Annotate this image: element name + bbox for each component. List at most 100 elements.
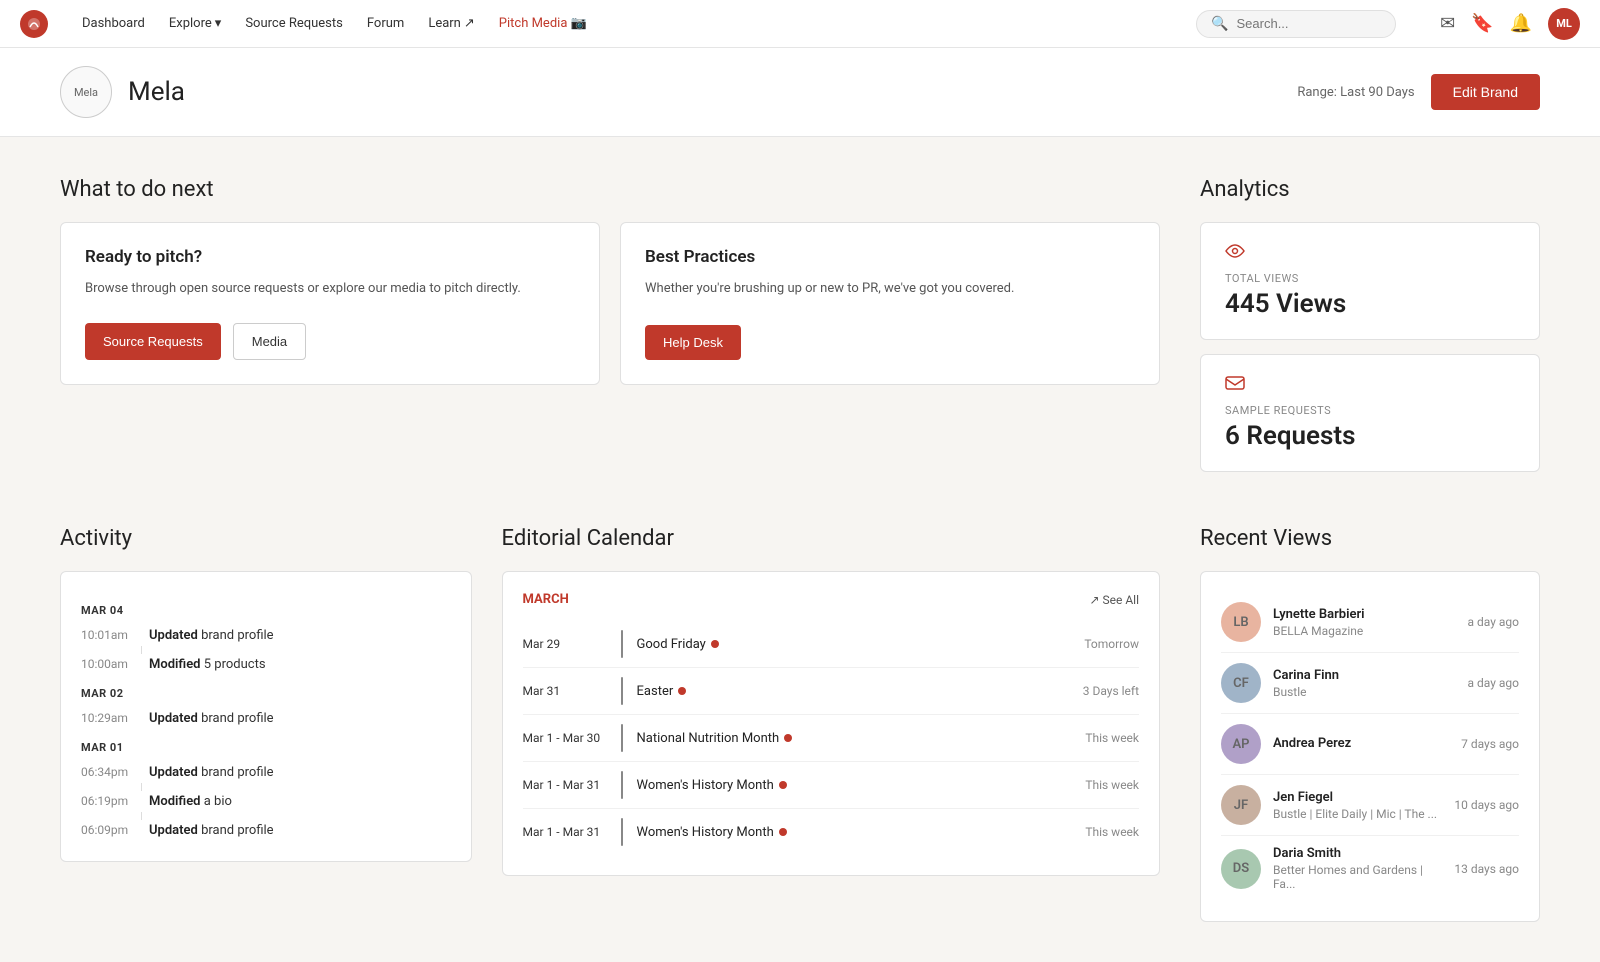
activity-row: 06:34pm Updated brand profile — [81, 762, 451, 783]
activity-text: Updated brand profile — [149, 823, 274, 838]
total-views-label: TOTAL VIEWS — [1225, 272, 1515, 285]
viewer-pub: BELLA Magazine — [1273, 624, 1456, 638]
viewer-time: 10 days ago — [1454, 798, 1519, 812]
activity-row: 10:29am Updated brand profile — [81, 708, 451, 729]
viewer-pub: Better Homes and Gardens | Fa... — [1273, 863, 1442, 891]
best-practices-actions: Help Desk — [645, 325, 1135, 360]
search-icon: 🔍 — [1211, 16, 1228, 32]
user-avatar[interactable]: ML — [1548, 8, 1580, 40]
brand-info: Mela Mela — [60, 66, 185, 118]
viewer-row: CF Carina Finn Bustle a day ago — [1221, 653, 1519, 714]
recent-views-box: LB Lynette Barbieri BELLA Magazine a day… — [1200, 571, 1540, 922]
editorial-month: MARCH — [523, 592, 569, 607]
nav-source-requests[interactable]: Source Requests — [235, 10, 353, 37]
cal-date: Mar 29 — [523, 637, 613, 651]
viewer-time: a day ago — [1468, 615, 1519, 629]
bookmark-icon[interactable]: 🔖 — [1471, 13, 1493, 34]
viewer-info: Lynette Barbieri BELLA Magazine — [1273, 607, 1456, 638]
activity-title: Activity — [60, 526, 472, 551]
cal-line — [621, 630, 623, 658]
cal-when: 3 Days left — [1059, 684, 1139, 698]
cal-line — [621, 677, 623, 705]
nav-icon-group: ✉ 🔖 🔔 ML — [1440, 8, 1580, 40]
see-all-button[interactable]: ↗ See All — [1089, 593, 1139, 607]
external-link-icon: ↗ — [464, 16, 475, 31]
brand-header: Mela Mela Range: Last 90 Days Edit Brand — [0, 48, 1600, 137]
activity-date-mar01: MAR 01 — [81, 741, 451, 754]
best-practices-title: Best Practices — [645, 247, 1135, 267]
bell-icon[interactable]: 🔔 — [1510, 13, 1532, 34]
cal-event: National Nutrition Month — [637, 731, 1051, 746]
analytics-title: Analytics — [1200, 177, 1540, 202]
brand-logo: Mela — [60, 66, 112, 118]
mail-analytics-icon — [1225, 375, 1245, 396]
viewer-row: AP Andrea Perez 7 days ago — [1221, 714, 1519, 775]
pitch-card-title: Ready to pitch? — [85, 247, 575, 267]
activity-text: Modified a bio — [149, 794, 232, 809]
viewer-row: JF Jen Fiegel Bustle | Elite Daily | Mic… — [1221, 775, 1519, 836]
edit-brand-button[interactable]: Edit Brand — [1431, 74, 1540, 110]
editorial-title: Editorial Calendar — [502, 526, 1160, 551]
activity-section: Activity MAR 04 10:01am Updated brand pr… — [60, 526, 472, 922]
activity-text: Updated brand profile — [149, 765, 274, 780]
cal-date: Mar 1 - Mar 31 — [523, 778, 613, 792]
nav-pitch-media[interactable]: Pitch Media 📷 — [489, 10, 597, 37]
activity-date-mar02: MAR 02 — [81, 687, 451, 700]
recent-views-title: Recent Views — [1200, 526, 1540, 551]
cal-event: Women's History Month — [637, 825, 1051, 840]
activity-time: 10:00am — [81, 657, 137, 672]
cal-dot — [779, 828, 787, 836]
sample-requests-card: SAMPLE REQUESTS 6 Requests — [1200, 354, 1540, 472]
search-bar: 🔍 — [1196, 10, 1396, 38]
viewer-name: Daria Smith — [1273, 846, 1442, 861]
sample-requests-value: 6 Requests — [1225, 421, 1515, 451]
cal-date: Mar 1 - Mar 30 — [523, 731, 613, 745]
chevron-down-icon: ▾ — [215, 16, 222, 31]
cal-line — [621, 818, 623, 846]
search-input[interactable] — [1237, 16, 1382, 31]
viewer-name: Lynette Barbieri — [1273, 607, 1456, 622]
brand-name: Mela — [128, 77, 185, 107]
activity-row: 06:19pm Modified a bio — [81, 791, 451, 812]
source-requests-button[interactable]: Source Requests — [85, 323, 221, 360]
total-views-value: 445 Views — [1225, 289, 1515, 319]
app-logo — [20, 10, 48, 38]
action-cards: Ready to pitch? Browse through open sour… — [60, 222, 1160, 385]
activity-date-mar04: MAR 04 — [81, 604, 451, 617]
viewer-row: DS Daria Smith Better Homes and Gardens … — [1221, 836, 1519, 901]
cal-dot — [779, 781, 787, 789]
brand-header-right: Range: Last 90 Days Edit Brand — [1297, 74, 1540, 110]
total-views-card: TOTAL VIEWS 445 Views — [1200, 222, 1540, 340]
media-button[interactable]: Media — [233, 323, 306, 360]
recent-views-section: Recent Views LB Lynette Barbieri BELLA M… — [1200, 526, 1540, 922]
viewer-avatar: DS — [1221, 849, 1261, 889]
viewer-avatar: JF — [1221, 785, 1261, 825]
viewer-time: 13 days ago — [1454, 862, 1519, 876]
cal-event: Good Friday — [637, 637, 1051, 652]
viewer-info: Carina Finn Bustle — [1273, 668, 1456, 699]
cal-row: Mar 1 - Mar 30 National Nutrition Month … — [523, 715, 1139, 762]
cal-row: Mar 1 - Mar 31 Women's History Month Thi… — [523, 809, 1139, 855]
nav-dashboard[interactable]: Dashboard — [72, 10, 155, 37]
viewer-pub: Bustle — [1273, 685, 1456, 699]
nav-links: Dashboard Explore ▾ Source Requests Foru… — [72, 10, 597, 37]
viewer-name: Carina Finn — [1273, 668, 1456, 683]
nav-forum[interactable]: Forum — [357, 10, 414, 37]
viewer-info: Andrea Perez — [1273, 736, 1449, 753]
nav-learn[interactable]: Learn ↗ — [418, 10, 484, 37]
viewer-time: a day ago — [1468, 676, 1519, 690]
help-desk-button[interactable]: Help Desk — [645, 325, 741, 360]
activity-row: 10:01am Updated brand profile — [81, 625, 451, 646]
viewer-info: Daria Smith Better Homes and Gardens | F… — [1273, 846, 1442, 891]
nav-explore[interactable]: Explore ▾ — [159, 10, 231, 37]
analytics-section: Analytics TOTAL VIEWS 445 Views SAMPLE R… — [1200, 177, 1540, 486]
cal-row: Mar 29 Good Friday Tomorrow — [523, 621, 1139, 668]
viewer-name: Andrea Perez — [1273, 736, 1449, 751]
cal-when: Tomorrow — [1059, 637, 1139, 651]
cal-row: Mar 1 - Mar 31 Women's History Month Thi… — [523, 762, 1139, 809]
cal-dot — [678, 687, 686, 695]
what-next-title: What to do next — [60, 177, 1160, 202]
cal-when: This week — [1059, 778, 1139, 792]
mail-icon[interactable]: ✉ — [1440, 13, 1455, 34]
viewer-avatar: CF — [1221, 663, 1261, 703]
